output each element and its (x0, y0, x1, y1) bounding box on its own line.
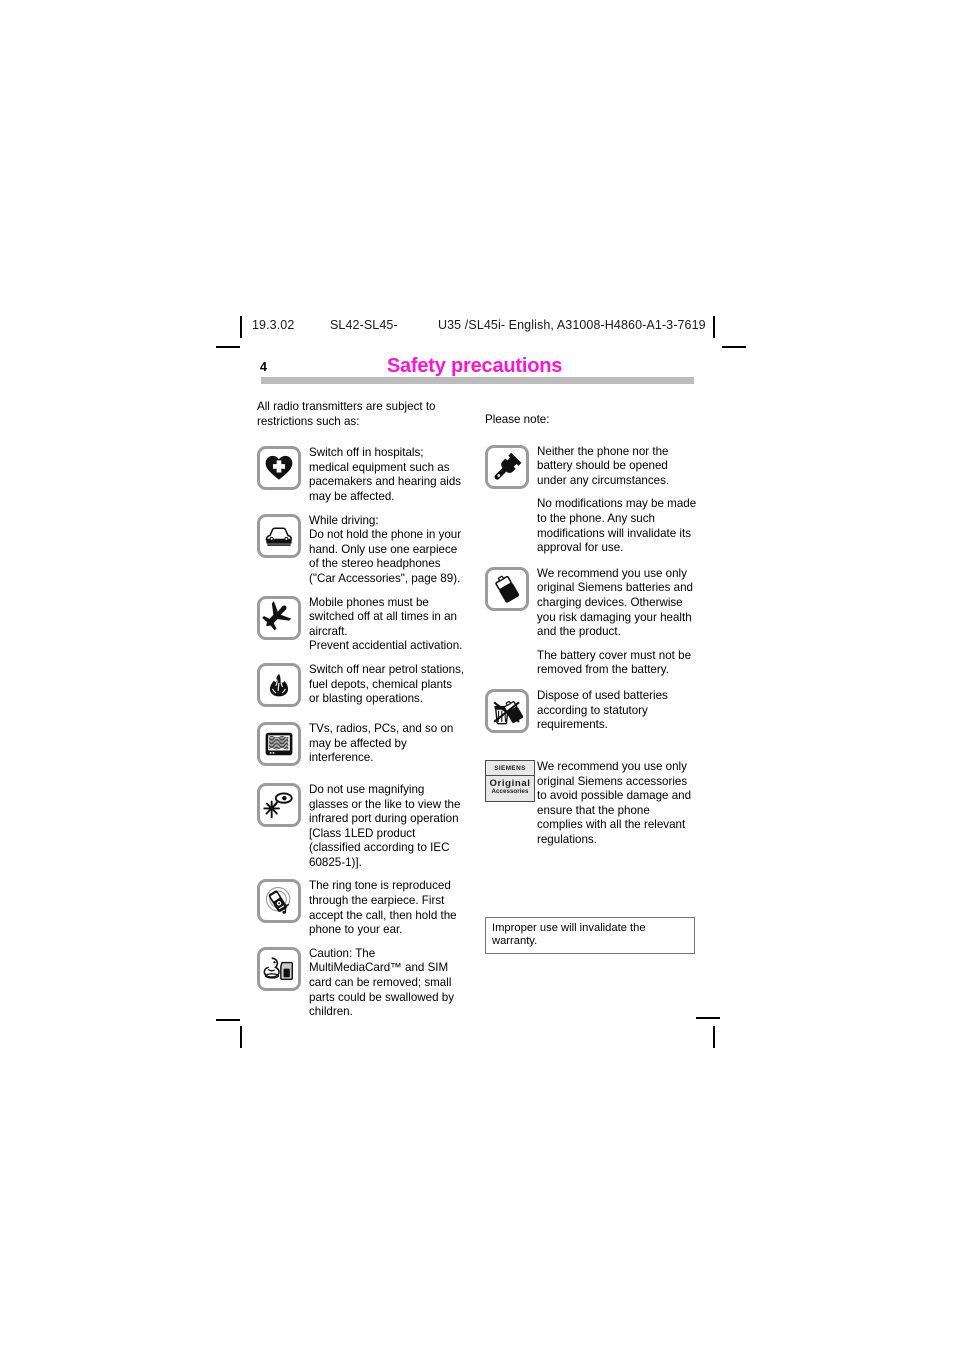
paragraph: The battery cover must not be removed fr… (537, 648, 692, 677)
header-document: U35 /SL45i- English, A31008-H4860-A1-3-7… (438, 318, 706, 332)
paragraph: Dispose of used batteries according to s… (537, 688, 668, 732)
left-column-lead: All radio transmitters are subject to re… (257, 400, 436, 428)
crop-mark-top-right-horizontal (722, 346, 746, 348)
paragraph: TVs, radios, PCs, and so on may be affec… (309, 721, 454, 765)
safety-item-infrared-text: Do not use magnifying glasses or the lik… (309, 782, 465, 871)
safety-item-ringtone-text: The ring tone is reproduced through the … (309, 878, 465, 937)
paragraph: We recommend you use only original Sieme… (537, 566, 693, 639)
paragraph: Prevent accidential activation. (309, 639, 463, 653)
safety-item-small-parts-text: Caution: The MultiMediaCard™ and SIM car… (309, 946, 465, 1020)
safety-item-driving-text: While driving: Do not hold the phone in … (309, 513, 465, 587)
warranty-note-box: Improper use will invalidate the warrant… (485, 917, 695, 954)
header-date: 19.3.02 (252, 318, 295, 332)
siemens-brand-text: SIEMENS (494, 765, 526, 773)
safety-item-infrared: Do not use magnifying glasses or the lik… (257, 782, 465, 871)
flame-icon (257, 662, 309, 707)
safety-item-flammable-text: Switch off near petrol stations, fuel de… (309, 662, 465, 707)
crop-mark-bottom-left (240, 1026, 242, 1048)
note-item-original-accessories: SIEMENS Original Accessories We recommen… (485, 759, 697, 848)
safety-item-interference: TVs, radios, PCs, and so on may be affec… (257, 721, 465, 766)
note-item-original-battery-text: We recommend you use only original Sieme… (537, 566, 697, 678)
warranty-note-text: Improper use will invalidate the warrant… (492, 922, 646, 947)
battery-icon (485, 566, 537, 611)
paragraph: Switch off in hospitals; medical equipme… (309, 446, 462, 503)
safety-item-small-parts: Caution: The MultiMediaCard™ and SIM car… (257, 946, 465, 1020)
running-header: 19.3.02 SL42-SL45- U35 /SL45i- English, A3… (252, 318, 712, 332)
paragraph: We recommend you use only original Sieme… (537, 759, 692, 846)
paragraph: While driving: (309, 513, 379, 527)
header-model: SL42-SL45- (330, 318, 398, 332)
crop-mark-bottom-left-horizontal (216, 1019, 240, 1021)
title-rule (261, 377, 694, 384)
paragraph: Do not use magnifying glasses or the lik… (309, 782, 461, 869)
note-item-do-not-open-text: Neither the phone nor the battery should… (537, 444, 697, 556)
paragraph: Neither the phone nor the battery should… (537, 444, 670, 487)
siemens-mark-line2: Accessories (491, 788, 529, 796)
paragraph: No modifications may be made to the phon… (537, 497, 697, 555)
safety-item-hospital-text: Switch off in hospitals; medical equipme… (309, 445, 465, 504)
page-title: Safety precautions (386, 355, 563, 377)
crop-mark-top-left-horizontal (216, 346, 240, 348)
hospital-heart-cross-icon (257, 445, 309, 491)
note-item-do-not-open: Neither the phone nor the battery should… (485, 444, 697, 556)
television-interference-icon (257, 721, 309, 766)
magnifying-glass-infrared-icon (257, 782, 309, 827)
note-item-original-battery: We recommend you use only original Sieme… (485, 566, 697, 678)
siemens-mark-line1: Original (489, 777, 531, 789)
wrench-icon (485, 444, 537, 489)
car-icon (257, 513, 309, 558)
safety-item-interference-text: TVs, radios, PCs, and so on may be affec… (309, 721, 465, 766)
safety-item-aircraft: Mobile phones must be switched off at al… (257, 595, 465, 654)
paragraph: Do not hold the phone in your hand. Only… (309, 528, 462, 585)
note-item-original-accessories-text: We recommend you use only original Sieme… (537, 759, 697, 848)
safety-item-aircraft-text: Mobile phones must be switched off at al… (309, 595, 465, 654)
paragraph: Caution: The MultiMediaCard™ and SIM car… (309, 946, 455, 1019)
child-sim-card-icon (257, 946, 309, 991)
right-column: Please note: Neither the phone nor the b… (485, 413, 697, 855)
note-item-battery-disposal-text: Dispose of used batteries according to s… (537, 688, 697, 733)
battery-disposal-icon (485, 688, 537, 733)
safety-item-driving: While driving: Do not hold the phone in … (257, 513, 465, 587)
crop-mark-bottom-right-horizontal (696, 1017, 720, 1019)
right-column-lead: Please note: (485, 413, 550, 426)
safety-item-flammable: Switch off near petrol stations, fuel de… (257, 662, 465, 707)
crop-mark-bottom-right (713, 1026, 715, 1048)
note-item-battery-disposal: Dispose of used batteries according to s… (485, 688, 697, 733)
left-column: All radio transmitters are subject to re… (257, 400, 465, 1028)
crop-mark-top-left (240, 316, 242, 338)
safety-item-ringtone: The ring tone is reproduced through the … (257, 878, 465, 937)
paragraph: The ring tone is reproduced through the … (309, 879, 457, 937)
ringtone-phone-icon (257, 878, 309, 924)
siemens-original-accessories-mark: SIEMENS Original Accessories (485, 759, 537, 802)
paragraph: Switch off near petrol stations, fuel de… (309, 662, 465, 706)
paragraph: Mobile phones must be switched off at al… (309, 595, 458, 638)
safety-item-hospital: Switch off in hospitals; medical equipme… (257, 445, 465, 504)
crop-mark-top-right (713, 316, 715, 338)
airplane-icon (257, 595, 309, 640)
